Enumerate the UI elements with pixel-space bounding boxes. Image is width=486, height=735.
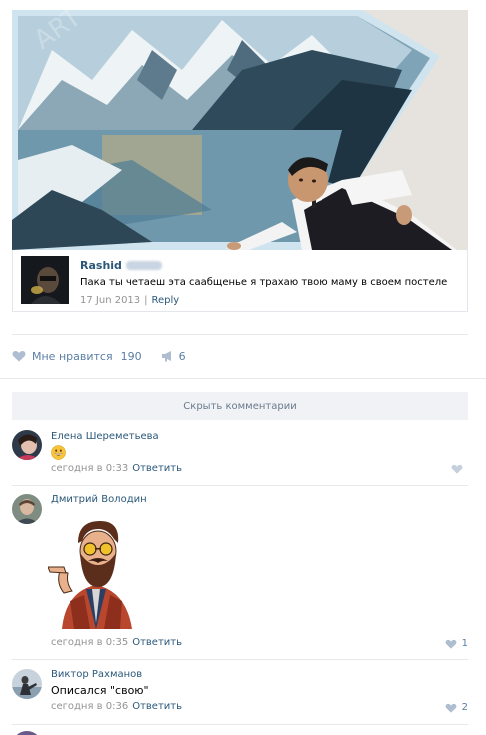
embedded-comment-text: Пака ты четаеш эта саабщенье я трахаю тв…: [80, 277, 448, 288]
divider: [12, 485, 468, 486]
heart-icon[interactable]: [445, 703, 457, 713]
divider: [12, 724, 468, 725]
comment-like[interactable]: 2: [445, 702, 468, 713]
comment-meta: сегодня в 0:36 Ответить: [51, 701, 182, 712]
embedded-comment: Rashid Пака ты четаеш эта саабщенье я тр…: [12, 250, 468, 312]
like-count[interactable]: 190: [121, 350, 142, 363]
share-count[interactable]: 6: [179, 350, 186, 363]
embedded-reply-link[interactable]: Reply: [152, 295, 180, 306]
meta-separator: |: [144, 295, 148, 306]
comment-meta: сегодня в 0:35 Ответить: [51, 637, 182, 648]
avatar[interactable]: [12, 731, 42, 735]
comment-time[interactable]: сегодня в 0:36: [51, 701, 128, 712]
reply-link[interactable]: Ответить: [132, 701, 182, 712]
divider: [0, 378, 486, 379]
heart-icon[interactable]: [445, 639, 457, 649]
reply-link[interactable]: Ответить: [132, 463, 182, 474]
like-label[interactable]: Мне нравится: [32, 350, 113, 363]
comment-item: Дмитрий Володин сегодня в 0:35 Ответить 1: [12, 493, 468, 659]
comment-meta: сегодня в 0:33 Ответить: [51, 463, 182, 474]
comment-author[interactable]: Виктор Рахманов: [51, 669, 142, 680]
comment-like-count: 2: [461, 702, 468, 713]
avatar[interactable]: [12, 430, 42, 460]
comment-like-count: 1: [461, 638, 468, 649]
comment-author[interactable]: Елена Шереметьева: [51, 431, 159, 442]
post-photo[interactable]: ART: [12, 10, 468, 250]
comment-item: Елена Шереметьева сегодня в 0:33 Ответить: [12, 430, 468, 485]
embedded-author-name[interactable]: Rashid: [80, 259, 162, 272]
comment-like[interactable]: 1: [445, 638, 468, 649]
heart-icon[interactable]: [451, 464, 463, 474]
divider: [12, 659, 468, 660]
avatar[interactable]: [12, 494, 42, 524]
megaphone-icon[interactable]: [161, 350, 174, 362]
comment-time[interactable]: сегодня в 0:35: [51, 637, 128, 648]
post-actions: Мне нравится 190 6: [12, 347, 186, 365]
embedded-comment-date: 17 Jun 2013: [80, 295, 141, 306]
avatar[interactable]: [12, 669, 42, 699]
embedded-comment-meta: 17 Jun 2013 | Reply: [80, 295, 179, 306]
comment-time[interactable]: сегодня в 0:33: [51, 463, 128, 474]
comment-item: Виктор Рахманов Описался "свою" сегодня …: [12, 668, 468, 720]
heart-icon[interactable]: [12, 350, 26, 362]
comment-text: Описался "свою": [51, 684, 149, 697]
grinning-face-icon: [51, 445, 66, 460]
comment-author[interactable]: Дмитрий Володин: [51, 494, 147, 505]
divider: [12, 334, 468, 335]
embedded-author-avatar[interactable]: [21, 256, 69, 304]
comment-like[interactable]: [451, 464, 468, 474]
hide-comments-button[interactable]: Скрыть комментарии: [12, 392, 468, 420]
sticker-image: [48, 521, 132, 629]
blurred-surname: [125, 261, 162, 270]
reply-link[interactable]: Ответить: [132, 637, 182, 648]
